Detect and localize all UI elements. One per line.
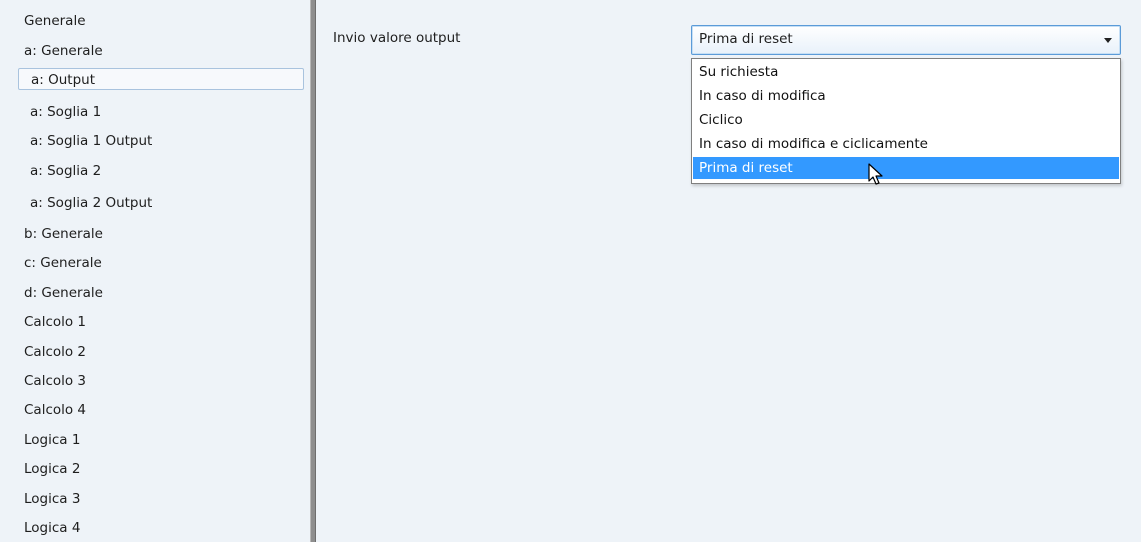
combobox-dropdown-list: Su richiesta In caso di modifica Ciclico… [691,58,1121,184]
parameter-tree: Generale a: Generale a: Output a: Soglia… [0,0,311,542]
sidebar-item-a-soglia-2[interactable]: a: Soglia 2 [30,160,101,182]
option-modifica-e-ciclicamente[interactable]: In caso di modifica e ciclicamente [693,133,1119,155]
sidebar-item-generale[interactable]: Generale [24,10,86,32]
option-prima-di-reset[interactable]: Prima di reset [693,157,1119,179]
output-send-combobox[interactable]: Prima di reset [691,25,1121,55]
option-ciclico[interactable]: Ciclico [693,109,1119,131]
parameter-panel: Invio valore output Prima di reset Su ri… [316,0,1141,542]
combobox-value: Prima di reset [699,31,793,47]
sidebar-item-a-soglia-1-output[interactable]: a: Soglia 1 Output [30,130,152,152]
sidebar-item-c-generale[interactable]: c: Generale [24,252,102,274]
sidebar-item-logica-4[interactable]: Logica 4 [24,517,80,539]
sidebar-item-calcolo-3[interactable]: Calcolo 3 [24,370,86,392]
sidebar-item-calcolo-1[interactable]: Calcolo 1 [24,311,86,333]
option-su-richiesta[interactable]: Su richiesta [693,61,1119,83]
sidebar-item-logica-2[interactable]: Logica 2 [24,458,80,480]
sidebar-item-calcolo-4[interactable]: Calcolo 4 [24,399,86,421]
sidebar-item-calcolo-2[interactable]: Calcolo 2 [24,341,86,363]
dropdown-arrow-icon[interactable] [1104,38,1112,43]
sidebar-item-b-generale[interactable]: b: Generale [24,223,103,245]
parameter-label: Invio valore output [333,30,461,46]
option-in-caso-di-modifica[interactable]: In caso di modifica [693,85,1119,107]
sidebar-item-a-soglia-2-output[interactable]: a: Soglia 2 Output [30,192,152,214]
sidebar-item-a-output[interactable]: a: Output [18,68,304,90]
sidebar-item-logica-3[interactable]: Logica 3 [24,488,80,510]
sidebar-item-d-generale[interactable]: d: Generale [24,282,103,304]
mouse-pointer-icon [868,163,883,185]
sidebar-item-a-soglia-1[interactable]: a: Soglia 1 [30,101,101,123]
sidebar-item-a-generale[interactable]: a: Generale [24,40,103,62]
sidebar-item-logica-1[interactable]: Logica 1 [24,429,80,451]
